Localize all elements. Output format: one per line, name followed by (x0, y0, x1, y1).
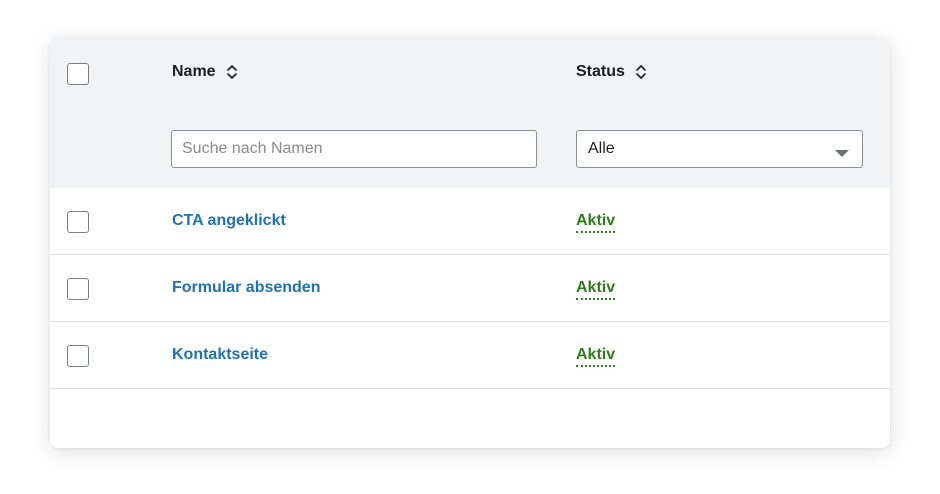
status-badge: Aktiv (576, 212, 616, 233)
status-column-label: Status (576, 63, 625, 80)
status-filter-value: Alle (588, 140, 615, 157)
chevron-down-icon (834, 145, 850, 157)
table-row: Formular absenden Aktiv (50, 255, 890, 322)
status-badge: Aktiv (576, 279, 616, 300)
name-search-input[interactable] (171, 130, 537, 168)
table-header: Name Status Alle (50, 38, 890, 188)
name-column-header[interactable]: Name (172, 60, 238, 84)
table-row: CTA angeklickt Aktiv (50, 188, 890, 255)
sort-icon[interactable] (226, 64, 238, 80)
select-all-checkbox[interactable] (67, 63, 89, 85)
table-row: Kontaktseite Aktiv (50, 322, 890, 389)
status-column-header[interactable]: Status (576, 60, 647, 84)
row-name-link[interactable]: Formular absenden (172, 279, 320, 297)
row-name-link[interactable]: CTA angeklickt (172, 212, 286, 230)
row-checkbox[interactable] (67, 211, 89, 233)
table-card: Name Status Alle (50, 38, 890, 448)
sort-icon[interactable] (635, 64, 647, 80)
row-name-link[interactable]: Kontaktseite (172, 346, 268, 364)
row-checkbox[interactable] (67, 345, 89, 367)
status-filter-select[interactable]: Alle (576, 130, 863, 168)
row-checkbox[interactable] (67, 278, 89, 300)
name-column-label: Name (172, 63, 216, 80)
status-badge: Aktiv (576, 346, 616, 367)
